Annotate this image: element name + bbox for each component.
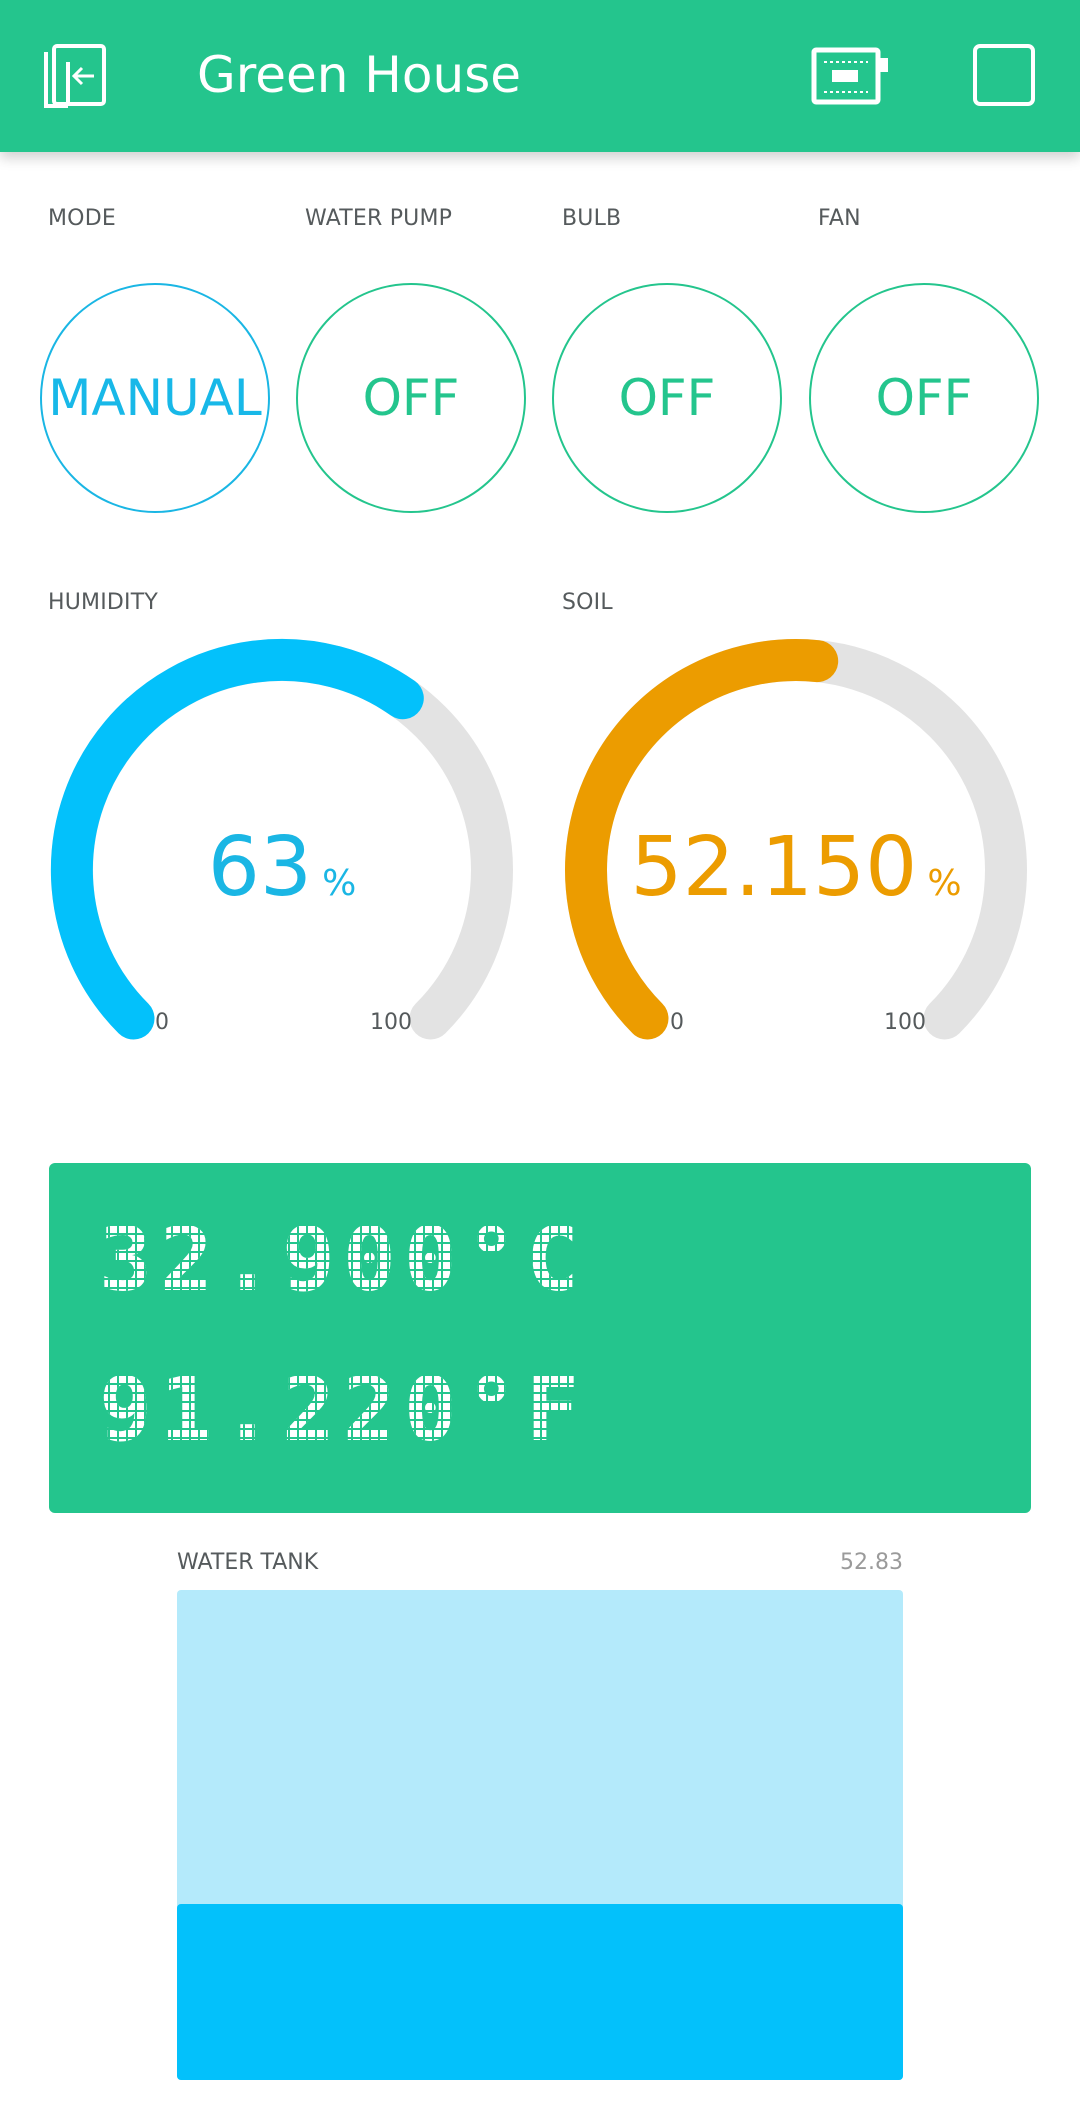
device-button[interactable] [810,44,894,110]
mode-label: MODE [48,206,116,231]
app-header: Green House [0,0,1080,152]
app-title: Green House [197,46,521,104]
water-tank-value: 52.83 [840,1550,903,1575]
soil-label: SOIL [562,590,613,615]
soil-min: 0 [670,1010,684,1035]
humidity-gauge: 63% 0 100 [42,630,522,1050]
humidity-value: 63% [42,820,522,915]
lcd-display[interactable]: 32.900°C 91.220°F [49,1163,1031,1513]
humidity-label: HUMIDITY [48,590,159,615]
water-tank-label: WATER TANK [177,1550,319,1575]
play-square-icon [973,44,1035,106]
bulb-label: BULB [562,206,622,231]
exit-door-icon [44,44,106,108]
water-tank-level [177,1590,903,2080]
humidity-unit: % [322,863,357,904]
soil-max: 100 [884,1010,926,1035]
exit-button[interactable] [40,40,112,112]
device-board-icon [811,47,888,105]
soil-unit: % [927,863,962,904]
humidity-max: 100 [370,1010,412,1035]
fan-button[interactable]: OFF [809,283,1039,513]
bulb-button[interactable]: OFF [552,283,782,513]
water-tank-fill [177,1904,903,2080]
soil-gauge: 52.150% 0 100 [556,630,1036,1050]
mode-button[interactable]: MANUAL [40,283,270,513]
lcd-line-celsius: 32.900°C [99,1208,587,1311]
lcd-line-fahrenheit: 91.220°F [99,1358,587,1461]
water-pump-label: WATER PUMP [305,206,453,231]
water-pump-button[interactable]: OFF [296,283,526,513]
humidity-value-number: 63 [207,820,313,915]
soil-value: 52.150% [556,820,1036,915]
soil-value-number: 52.150 [630,820,918,915]
play-button[interactable] [972,43,1036,107]
fan-label: FAN [818,206,861,231]
humidity-min: 0 [155,1010,169,1035]
